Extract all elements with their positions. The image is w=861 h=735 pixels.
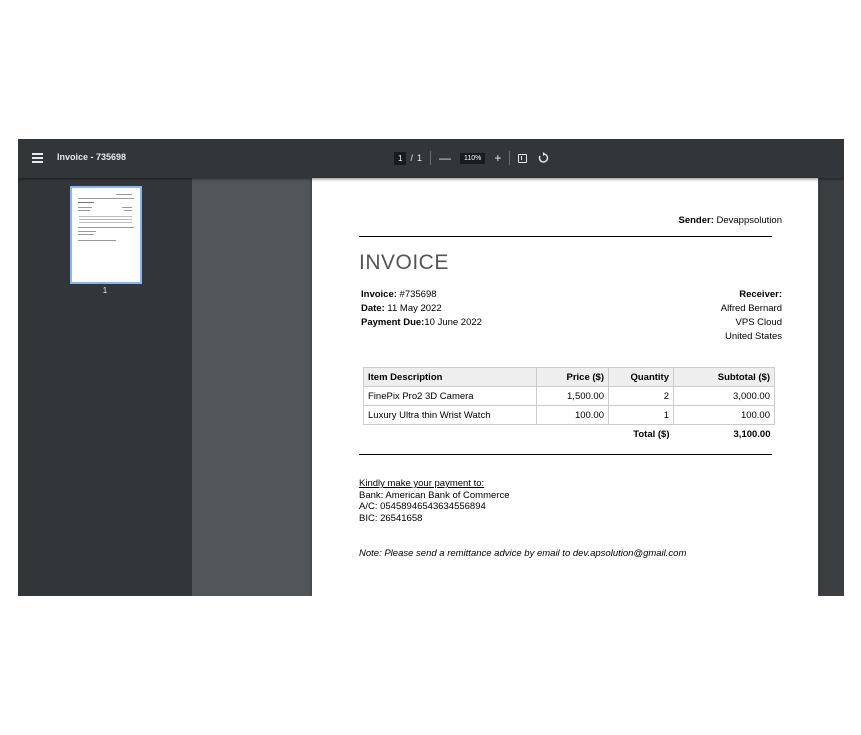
item-price: 100.00 (536, 405, 609, 425)
sender-name: Devappsolution (716, 215, 783, 226)
page-zoom-controls: 1 / 1 — 110% + (394, 148, 549, 168)
column-header: Item Description (363, 367, 537, 387)
thumb-line (78, 227, 134, 228)
date-label: Date: (361, 303, 385, 314)
receiver-label: Receiver: (739, 289, 782, 300)
page-total: 1 (416, 153, 422, 163)
receiver-line: United States (724, 331, 782, 342)
thumb-line (116, 194, 132, 195)
pdf-page: Sender: Devappsolution INVOICE Invoice: … (312, 178, 818, 596)
zoom-input[interactable]: 110% (459, 152, 486, 164)
payment-due-label: Payment Due: (361, 317, 425, 328)
item-quantity: 1 (608, 405, 674, 425)
item-subtotal: 100.00 (673, 405, 775, 425)
zoom-out-button[interactable]: — (439, 152, 451, 164)
column-header: Subtotal ($) (673, 367, 775, 387)
invoice-title: INVOICE (359, 251, 449, 274)
page-number-input[interactable]: 1 (394, 151, 407, 165)
thumbnail-sidebar: 1 (18, 178, 192, 596)
document-title: Invoice - 735698 (57, 152, 127, 162)
divider (429, 151, 431, 165)
invoice-number: #735698 (399, 289, 437, 300)
payment-line: A/C: 05458946543634556894 (359, 501, 486, 512)
pdf-viewer: Invoice - 735698 1 / 1 — 110% + 1 Sender… (18, 139, 844, 596)
thumb-line (78, 198, 134, 199)
page-separator: / (410, 153, 413, 163)
thumb-line (79, 216, 132, 217)
item-description: Luxury Ultra thin Wrist Watch (363, 405, 537, 425)
item-description: FinePix Pro2 3D Camera (363, 386, 537, 406)
divider-line (359, 454, 772, 455)
item-subtotal: 3,000.00 (673, 386, 775, 406)
thumb-line (78, 240, 116, 241)
column-header: Quantity (608, 367, 674, 387)
thumb-line (78, 234, 94, 235)
empty-cell (364, 425, 537, 444)
divider (509, 151, 511, 165)
sender: Sender: Devappsolution (678, 215, 782, 226)
total-label: Total ($) (633, 428, 670, 440)
toolbar: Invoice - 735698 1 / 1 — 110% + (18, 139, 844, 178)
page-thumbnail[interactable] (70, 186, 142, 284)
invoice-number-label: Invoice: (361, 289, 397, 300)
divider-line (359, 236, 772, 237)
receiver-line: Alfred Bernard (720, 303, 782, 314)
payment-heading: Kindly make your payment to: (359, 478, 485, 489)
empty-cell (537, 425, 609, 444)
sender-label: Sender: (678, 215, 714, 226)
total-row: Total ($) 3,100.00 (364, 425, 775, 444)
thumb-line (79, 219, 132, 220)
remittance-note: Note: Please send a remittance advice by… (359, 548, 687, 559)
invoice-date: 11 May 2022 (387, 303, 442, 314)
thumb-line (79, 222, 132, 223)
rotate-icon[interactable] (537, 152, 549, 164)
table-row: FinePix Pro2 3D Camera 1,500.00 2 3,000.… (363, 386, 775, 406)
payment-line: BIC: 26541658 (359, 512, 423, 524)
column-header: Price ($) (536, 367, 609, 387)
item-price: 1,500.00 (536, 386, 609, 406)
invoice-details: Invoice: #735698 Date: 11 May 2022 Payme… (361, 288, 482, 330)
thumb-line (78, 207, 92, 208)
payment-due-date: 10 June 2022 (424, 317, 482, 328)
payment-line: Bank: American Bank of Commerce (359, 489, 510, 501)
table-header-row: Item Description Price ($) Quantity Subt… (363, 367, 775, 387)
thumb-line (78, 210, 90, 211)
thumb-line (124, 210, 132, 211)
thumb-line (78, 202, 94, 203)
vertical-scrollbar[interactable] (819, 178, 844, 596)
fit-to-page-icon[interactable] (518, 153, 528, 163)
total-value: 3,100.00 (733, 428, 771, 440)
item-quantity: 2 (608, 386, 674, 406)
payment-details: Kindly make your payment to: Bank: Ameri… (359, 478, 509, 524)
table-row: Luxury Ultra thin Wrist Watch 100.00 1 1… (363, 405, 775, 425)
receiver-line: VPS Cloud (735, 317, 782, 328)
thumb-line (78, 231, 96, 232)
thumbnail-page-number: 1 (102, 286, 108, 295)
zoom-in-button[interactable]: + (494, 152, 501, 164)
items-table: Item Description Price ($) Quantity Subt… (363, 367, 775, 443)
thumb-line (122, 207, 132, 208)
receiver: Receiver: Alfred Bernard VPS Cloud Unite… (721, 288, 782, 344)
menu-icon[interactable] (32, 153, 43, 163)
